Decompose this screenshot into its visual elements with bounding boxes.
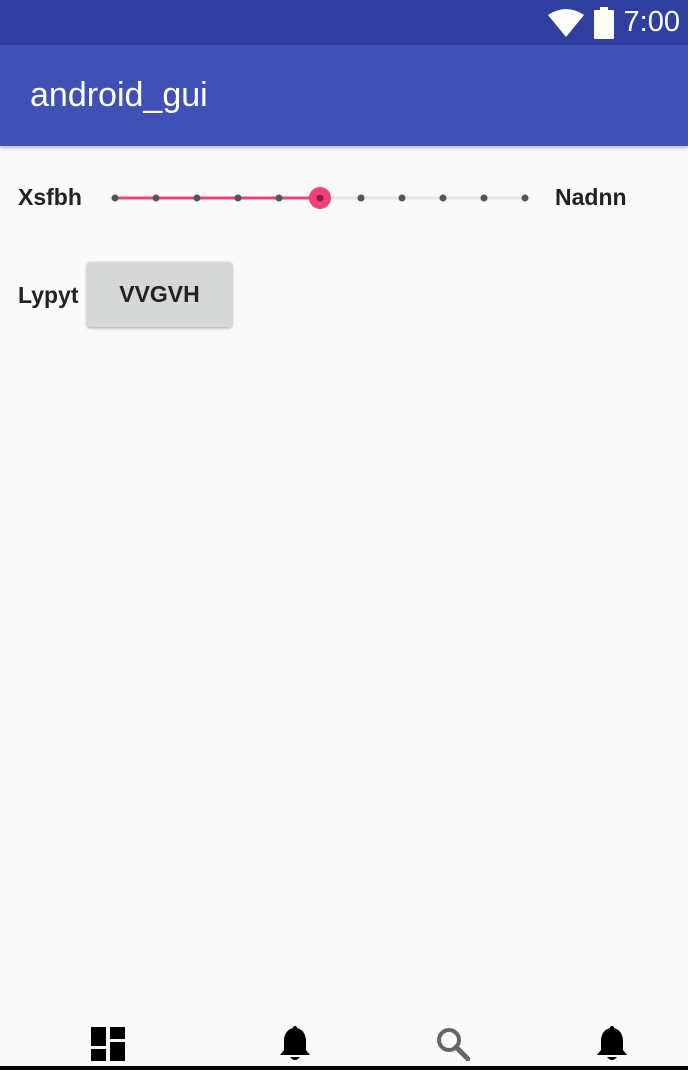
button-row-label: Lypyt (18, 282, 79, 308)
nav-item-alerts[interactable] (590, 1024, 634, 1064)
status-bar: 7:00 (0, 0, 688, 45)
slider-tick (193, 194, 201, 202)
app-title: android_gui (30, 76, 208, 114)
nav-bottom-line (0, 1066, 688, 1070)
status-time: 7:00 (623, 6, 680, 38)
battery-icon (593, 6, 614, 39)
search-icon (437, 1028, 470, 1061)
app-bar: android_gui (0, 45, 688, 146)
slider-left-label: Xsfbh (18, 184, 82, 210)
slider-thumb-dot (316, 194, 324, 202)
slider-tick (357, 194, 365, 202)
bell-icon (280, 1026, 310, 1060)
wifi-icon (547, 8, 584, 37)
status-icons: 7:00 (547, 0, 680, 45)
step-slider[interactable] (103, 178, 535, 218)
bottom-nav (0, 1018, 688, 1070)
vvgvh-button[interactable]: VVGVH (87, 262, 232, 327)
bell-icon (597, 1026, 627, 1060)
slider-tick (275, 194, 283, 202)
slider-right-label: Nadnn (555, 184, 627, 210)
slider-tick (480, 194, 488, 202)
nav-item-notifications[interactable] (273, 1024, 317, 1064)
nav-item-dashboard[interactable] (86, 1024, 130, 1064)
slider-tick (521, 194, 529, 202)
slider-tick (439, 194, 447, 202)
dashboard-icon (91, 1027, 125, 1061)
nav-item-search[interactable] (431, 1024, 475, 1064)
slider-tick (234, 194, 242, 202)
slider-tick (111, 194, 119, 202)
slider-tick (398, 194, 406, 202)
slider-tick (152, 194, 160, 202)
